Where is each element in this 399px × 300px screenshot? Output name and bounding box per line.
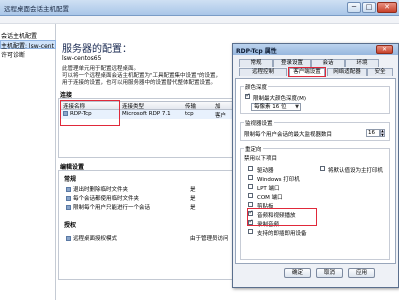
close-button[interactable]: ✕ bbox=[377, 2, 397, 13]
color-depth-legend: 颜色深度 bbox=[244, 83, 269, 91]
option-label: 驱动器 bbox=[257, 168, 274, 174]
setting-icon bbox=[66, 196, 71, 201]
tab-network-adapter[interactable]: 网络适配器 bbox=[327, 68, 367, 76]
setting-label: 退出时删除临时文件夹 bbox=[73, 187, 129, 193]
setting-row[interactable]: 远程桌面授权模式 bbox=[66, 234, 117, 242]
cell-encryption: 客户 bbox=[215, 113, 227, 119]
highlight-box bbox=[288, 67, 326, 77]
option-label: Windows 打印机 bbox=[257, 177, 300, 183]
apply-button[interactable]: 应用 bbox=[348, 268, 375, 278]
tab-logon[interactable]: 登录设置 bbox=[273, 59, 311, 67]
dialog-close-button[interactable]: ✕ bbox=[376, 45, 393, 54]
page-title: 服务器的配置： bbox=[62, 44, 132, 55]
redirection-legend: 重定向 bbox=[244, 145, 263, 153]
menu-bar bbox=[0, 16, 399, 24]
window-title: 远程桌面会话主机配置 bbox=[4, 5, 69, 13]
lpt-port-checkbox[interactable] bbox=[248, 184, 253, 189]
monitor-limit-label: 限制每个用户会话的最大监视器数目 bbox=[244, 132, 333, 138]
tree-item-host-config[interactable]: 主机配置: lsw-cent bbox=[1, 41, 54, 50]
setting-label: 每个会话都使用临时文件夹 bbox=[73, 196, 140, 202]
highlight-box bbox=[60, 100, 120, 126]
cell-connection-type: Microsoft RDP 7.1 bbox=[122, 111, 171, 117]
tab-security[interactable]: 安全 bbox=[367, 68, 393, 76]
option-label: COM 端口 bbox=[257, 195, 283, 201]
server-name: lsw-centos65 bbox=[62, 55, 102, 62]
setting-icon bbox=[66, 187, 71, 192]
option-label: LPT 端口 bbox=[257, 186, 280, 192]
cancel-button[interactable]: 取消 bbox=[316, 268, 343, 278]
limit-color-depth-checkbox[interactable] bbox=[245, 92, 251, 99]
tab-general[interactable]: 常规 bbox=[239, 59, 273, 67]
option-label: 支持的即插即用设备 bbox=[257, 231, 307, 237]
cell-transport: tcp bbox=[185, 111, 194, 117]
setting-icon bbox=[66, 236, 71, 241]
pnp-devices-checkbox[interactable] bbox=[248, 229, 253, 234]
setting-label: 限制每个用户只能进行一个会话 bbox=[73, 205, 151, 211]
column-header-transport[interactable]: 传输 bbox=[185, 102, 196, 110]
monitor-legend: 监视器设置 bbox=[244, 119, 274, 127]
drives-checkbox[interactable] bbox=[248, 166, 253, 171]
setting-icon bbox=[66, 205, 71, 210]
maximize-button[interactable]: □ bbox=[362, 2, 376, 13]
tab-environment[interactable]: 环境 bbox=[345, 59, 379, 67]
setting-value: 由于管理员访问 bbox=[190, 236, 229, 242]
license-group-title: 授权 bbox=[64, 222, 77, 229]
windows-printer-checkbox[interactable] bbox=[248, 175, 253, 180]
ok-button[interactable]: 确定 bbox=[284, 268, 311, 278]
setting-label: 远程桌面授权模式 bbox=[73, 236, 118, 242]
tree-item-licensing[interactable]: 许可诊断 bbox=[1, 50, 25, 59]
limit-color-depth-label: 限制最大颜色深度(M) bbox=[253, 96, 307, 102]
description-line: 用于连接的设置，也可以用服务器中的设置替代整体配置设置。 bbox=[62, 80, 217, 86]
clipboard-checkbox[interactable] bbox=[248, 202, 253, 207]
disable-following-label: 禁用以下项目 bbox=[244, 156, 278, 162]
setting-value: 是 bbox=[190, 187, 196, 193]
navigation-tree bbox=[0, 24, 56, 300]
setting-value: 是 bbox=[190, 196, 196, 202]
highlight-box bbox=[247, 208, 317, 226]
minimize-button[interactable]: ─ bbox=[347, 2, 361, 13]
tab-remote-control[interactable]: 远程控制 bbox=[239, 68, 287, 76]
monitor-count-input[interactable]: 16 bbox=[366, 129, 380, 137]
column-header-type[interactable]: 连接类型 bbox=[122, 102, 144, 110]
option-label: 将默认值设为主打印机 bbox=[328, 168, 384, 174]
spinner-arrows-icon[interactable]: ▲ ▼ bbox=[380, 129, 385, 137]
setting-row[interactable]: 限制每个用户只能进行一个会话 bbox=[66, 203, 150, 211]
dialog-title: RDP-Tcp 属性 bbox=[236, 48, 277, 55]
general-group-title: 常规 bbox=[64, 176, 77, 183]
column-header-encryption[interactable]: 加 bbox=[215, 102, 221, 110]
tab-sessions[interactable]: 会话 bbox=[311, 59, 345, 67]
setting-value: 是 bbox=[190, 205, 196, 211]
chevron-down-icon[interactable]: ▼ bbox=[294, 104, 300, 110]
setting-row[interactable]: 每个会话都使用临时文件夹 bbox=[66, 194, 139, 202]
default-printer-checkbox[interactable] bbox=[320, 166, 325, 171]
tree-item-root[interactable]: 会话主机配置 bbox=[1, 31, 37, 40]
com-port-checkbox[interactable] bbox=[248, 193, 253, 198]
setting-row[interactable]: 退出时删除临时文件夹 bbox=[66, 185, 128, 193]
